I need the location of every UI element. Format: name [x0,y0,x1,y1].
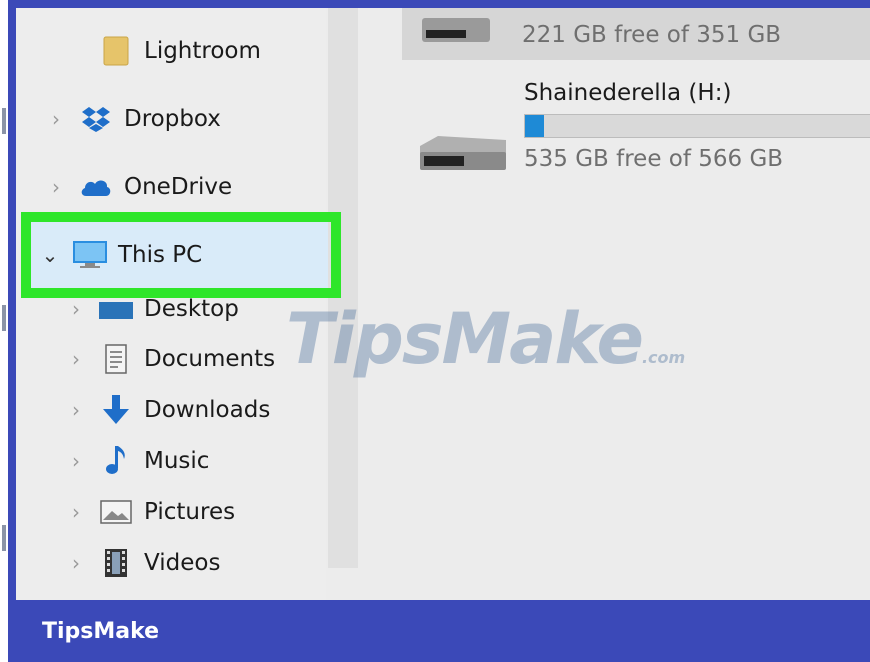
expand-chevron-icon[interactable]: › [66,297,86,321]
drive-usage-fill [525,115,545,137]
nav-item-label: Music [144,448,210,474]
download-arrow-icon [98,395,134,425]
hard-drive-icon [420,136,506,170]
dropbox-icon [78,104,114,134]
pictures-icon [98,497,134,527]
nav-item-videos[interactable]: › Videos [66,540,220,586]
expand-chevron-icon[interactable]: › [66,449,86,473]
videos-icon [98,548,134,578]
nav-item-label: Downloads [144,397,271,423]
expand-chevron-icon[interactable]: › [66,398,86,422]
expand-chevron-icon[interactable]: › [46,107,66,131]
edge-mark [2,525,6,551]
nav-item-onedrive[interactable]: › OneDrive [46,164,232,210]
nav-item-documents[interactable]: › Documents [66,336,275,382]
desktop-folder-icon [98,294,134,324]
nav-item-label: Desktop [144,296,239,322]
nav-item-label: Videos [144,550,221,576]
file-explorer-window: Lightroom › Dropbox › OneDrive ⌄ This PC… [16,8,870,600]
expand-chevron-icon[interactable]: › [66,500,86,524]
watermark: TipsMake.com [286,298,685,380]
nav-item-label: Documents [144,346,276,372]
nav-item-dropbox[interactable]: › Dropbox [46,96,221,142]
highlight-box [21,212,341,298]
onedrive-icon [78,172,114,202]
brand-name: TipsMake [42,618,160,644]
drive-free-space: 221 GB free of 351 GB [522,22,782,48]
expand-chevron-icon[interactable]: › [66,347,86,371]
watermark-text: TipsMake [286,298,644,380]
expand-chevron-icon[interactable]: › [46,175,66,199]
nav-item-music[interactable]: › Music [66,438,209,484]
screenshot-frame: Lightroom › Dropbox › OneDrive ⌄ This PC… [0,0,870,662]
left-border [8,0,16,600]
expand-chevron-icon[interactable]: › [66,551,86,575]
drive-free-space: 535 GB free of 566 GB [524,146,784,172]
folder-icon [98,36,134,66]
left-margin-strip [0,0,8,662]
nav-item-label: Lightroom [144,38,261,64]
watermark-suffix: .com [641,348,686,367]
hard-drive-icon [422,18,490,42]
nav-item-downloads[interactable]: › Downloads [66,387,270,433]
edge-mark [2,305,6,331]
brand-footer: TipsMake [8,600,870,662]
drive-tile-selected[interactable]: 221 GB free of 351 GB [402,8,870,60]
drive-usage-bar [524,114,870,138]
nav-item-label: Dropbox [124,106,221,132]
top-border [8,0,870,8]
nav-item-pictures[interactable]: › Pictures [66,489,235,535]
navigation-pane: Lightroom › Dropbox › OneDrive ⌄ This PC… [16,8,331,600]
nav-item-label: Pictures [144,499,236,525]
music-note-icon [98,446,134,476]
drive-name: Shainederella (H:) [524,80,732,106]
drive-tile-h[interactable]: Shainederella (H:) 535 GB free of 566 GB [402,68,870,188]
edge-mark [2,108,6,134]
nav-item-label: OneDrive [124,174,233,200]
documents-icon [98,344,134,374]
nav-item-lightroom[interactable]: Lightroom [98,28,261,74]
